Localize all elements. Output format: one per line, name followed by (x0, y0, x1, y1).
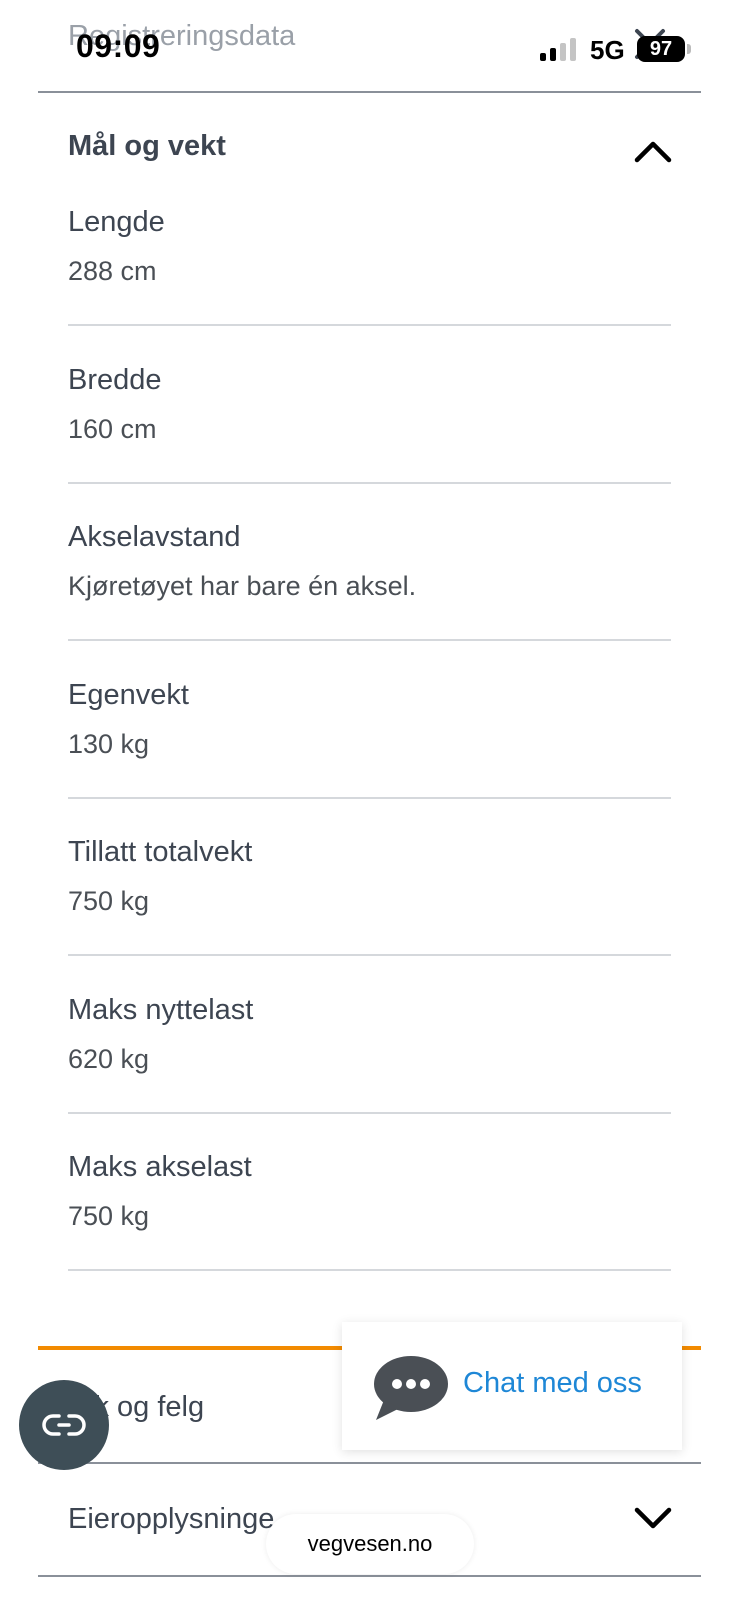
network-type: 5G (590, 35, 625, 65)
spec-label: Bredde (68, 364, 162, 396)
signal-icon (540, 37, 578, 61)
spec-value: 130 kg (68, 729, 150, 759)
reader-mode-button[interactable] (19, 1380, 109, 1470)
battery-icon: 97 (637, 36, 685, 62)
row-divider (68, 639, 671, 641)
section-title[interactable]: Mål og vekt (68, 130, 226, 163)
spec-row-length: Lengde 288 cm (68, 206, 671, 363)
spec-value: 160 cm (68, 414, 157, 444)
spec-value: 620 kg (68, 1044, 150, 1074)
chevron-up-icon[interactable] (633, 138, 673, 164)
spec-value: Kjøretøyet har bare én aksel. (68, 571, 417, 601)
spec-label: Maks nyttelast (68, 994, 254, 1026)
battery-tip (687, 44, 691, 54)
spec-value: 288 cm (68, 256, 157, 286)
spec-label: Akselavstand (68, 521, 241, 553)
row-divider (68, 482, 671, 484)
spec-label: Maks akselast (68, 1151, 252, 1183)
spec-row-max-axle-load: Maks akselast 750 kg (68, 1151, 671, 1308)
spec-label: Tillatt totalvekt (68, 836, 253, 868)
divider (38, 91, 701, 93)
reader-mode-icon (42, 1414, 86, 1436)
spec-row-total-weight: Tillatt totalvekt 750 kg (68, 836, 671, 993)
row-divider (68, 1269, 671, 1271)
section-owner-title[interactable]: Eieropplysninge (68, 1503, 274, 1536)
spec-value: 750 kg (68, 886, 150, 916)
divider (38, 1575, 701, 1577)
spec-row-wheelbase: Akselavstand Kjøretøyet har bare én akse… (68, 521, 671, 678)
chat-label[interactable]: Chat med oss (463, 1367, 642, 1400)
chat-widget[interactable]: Chat med oss (342, 1322, 682, 1450)
row-divider (68, 324, 671, 326)
divider (38, 1462, 701, 1464)
chevron-down-icon[interactable] (633, 1506, 673, 1532)
spec-row-max-payload: Maks nyttelast 620 kg (68, 994, 671, 1151)
row-divider (68, 1112, 671, 1114)
status-time: 09:09 (76, 28, 161, 64)
spec-label: Egenvekt (68, 679, 189, 711)
row-divider (68, 797, 671, 799)
spec-value: 750 kg (68, 1201, 150, 1231)
row-divider (68, 954, 671, 956)
chat-bubble-icon (374, 1356, 448, 1420)
spec-row-curb-weight: Egenvekt 130 kg (68, 679, 671, 836)
spec-label: Lengde (68, 206, 165, 238)
spec-row-width: Bredde 160 cm (68, 364, 671, 521)
browser-url-bar[interactable]: vegvesen.no (266, 1514, 474, 1574)
